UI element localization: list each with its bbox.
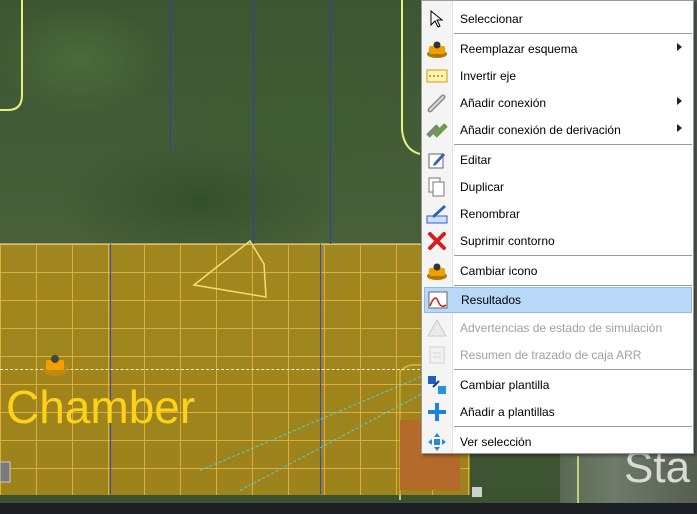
delete-x-icon (425, 230, 449, 252)
menu-item-cambiar-plantilla[interactable]: Cambiar plantilla (424, 372, 692, 397)
menu-item-advertencias-simulacion: Advertencias de estado de simulación (424, 315, 692, 340)
submenu-arrow-icon (677, 43, 682, 51)
pipe-line[interactable] (170, 0, 171, 150)
pipe-line[interactable] (330, 0, 331, 244)
menu-separator (454, 426, 692, 427)
menu-item-anadir-conexion-derivacion[interactable]: Añadir conexión de derivación (424, 117, 692, 142)
menu-item-invertir-eje[interactable]: Invertir eje (424, 63, 692, 88)
pump-icon (425, 38, 449, 60)
menu-separator (454, 144, 692, 145)
menu-separator (454, 285, 692, 286)
submenu-arrow-icon (677, 97, 682, 105)
branch-connection-icon (425, 119, 449, 141)
pump-symbol-icon[interactable] (40, 352, 70, 378)
pipe-line[interactable] (253, 0, 254, 244)
menu-separator (454, 369, 692, 370)
menu-item-suprimir-contorno[interactable]: Suprimir contorno (424, 228, 692, 253)
cursor-arrow-icon (425, 8, 449, 30)
context-menu: Seleccionar Reemplazar esquema Invertir … (421, 0, 694, 454)
status-strip (0, 503, 697, 514)
add-template-icon (425, 401, 449, 423)
menu-separator (454, 33, 692, 34)
menu-item-resultados[interactable]: Resultados (424, 287, 692, 313)
duplicate-pages-icon (425, 176, 449, 198)
menu-item-duplicar[interactable]: Duplicar (424, 174, 692, 199)
menu-item-anadir-plantillas[interactable]: Añadir a plantillas (424, 399, 692, 424)
menu-item-ver-seleccion[interactable]: Ver selección (424, 429, 692, 454)
pipe-connection-icon (425, 92, 449, 114)
warning-icon (425, 317, 449, 339)
submenu-arrow-icon (677, 124, 682, 132)
menu-item-resumen-trazado-arr: Resumen de trazado de caja ARR (424, 342, 692, 367)
reverse-axis-icon (425, 65, 449, 87)
view-selection-icon (425, 431, 449, 453)
grip-handle[interactable] (472, 487, 482, 497)
chamber-label: Chamber (6, 381, 196, 433)
change-template-icon (425, 374, 449, 396)
edit-pencil-icon (425, 149, 449, 171)
rename-icon (425, 203, 449, 225)
arr-summary-icon (425, 344, 449, 366)
menu-item-anadir-conexion[interactable]: Añadir conexión (424, 90, 692, 115)
pump-icon (425, 260, 449, 282)
menu-item-cambiar-icono[interactable]: Cambiar icono (424, 258, 692, 283)
menu-item-reemplazar-esquema[interactable]: Reemplazar esquema (424, 36, 692, 61)
results-chart-icon (426, 289, 450, 311)
menu-item-renombrar[interactable]: Renombrar (424, 201, 692, 226)
edge-marker-icon (0, 461, 11, 483)
menu-item-editar[interactable]: Editar (424, 147, 692, 172)
polygon-outline[interactable] (190, 238, 270, 304)
menu-separator (454, 255, 692, 256)
menu-item-seleccionar[interactable]: Seleccionar (424, 6, 692, 31)
